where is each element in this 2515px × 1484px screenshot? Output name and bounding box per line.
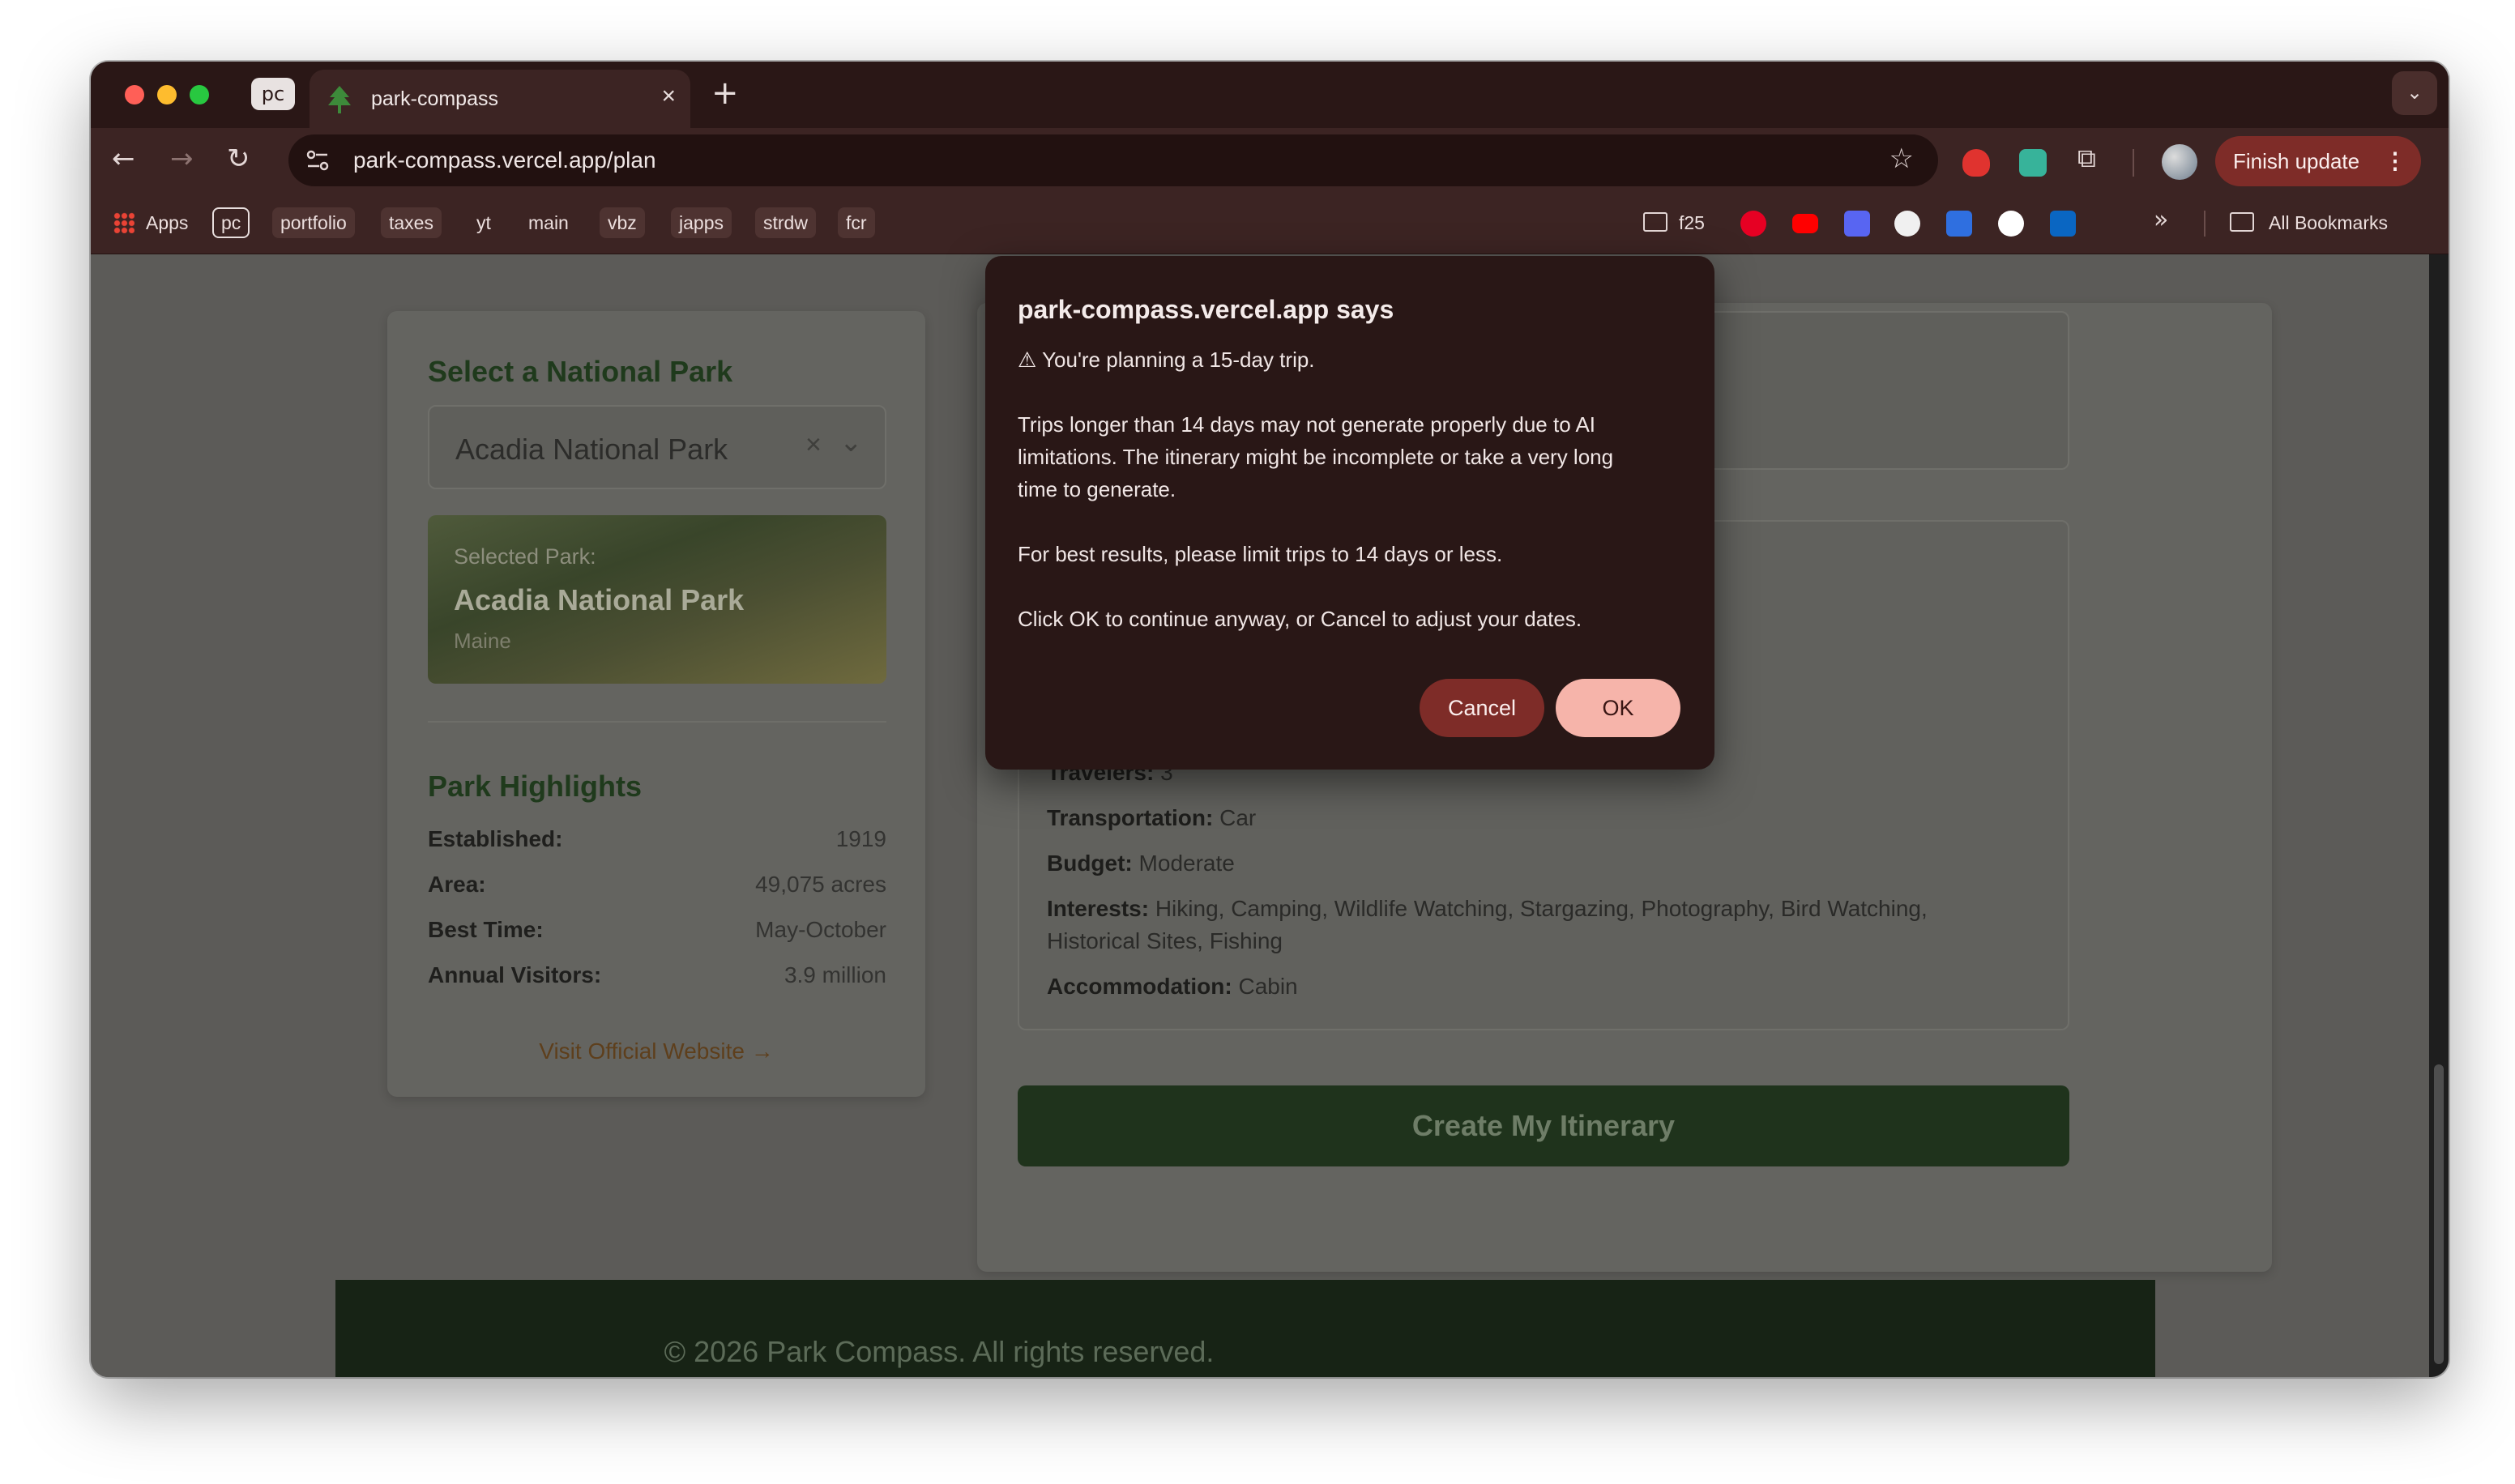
tab-park-compass[interactable]: park-compass × xyxy=(310,70,690,128)
section-divider xyxy=(428,721,886,723)
park-selection-card: Select a National Park Acadia National P… xyxy=(387,311,925,1097)
browser-toolbar: ← → ↻ park-compass.vercel.app/plan ☆ ⧉ F… xyxy=(91,128,2449,193)
pinterest-icon[interactable] xyxy=(1740,211,1766,237)
bookmark-portfolio[interactable]: portfolio xyxy=(272,207,355,238)
tab-bar: pc park-compass × + ⌄ xyxy=(91,62,2449,128)
dialog-body-line: limitations. The itinerary might be inco… xyxy=(1018,445,1614,469)
all-bookmarks-folder-icon xyxy=(2230,212,2254,232)
summary-transportation: Transportation: Car xyxy=(1047,805,1257,830)
finish-update-button[interactable]: Finish update ⋮ xyxy=(2215,136,2421,186)
cancel-button[interactable]: Cancel xyxy=(1420,679,1544,737)
maximize-window-button[interactable] xyxy=(190,85,209,104)
close-window-button[interactable] xyxy=(125,85,144,104)
url-text: park-compass.vercel.app/plan xyxy=(353,147,656,173)
highlight-value: 3.9 million xyxy=(784,962,886,987)
bookmark-strdw[interactable]: strdw xyxy=(755,207,816,238)
park-select-dropdown[interactable]: Acadia National Park × ⌄ xyxy=(428,405,886,489)
bookmark-blue-icon[interactable] xyxy=(1844,211,1870,237)
dialog-body-line: time to generate. xyxy=(1018,477,1176,501)
browser-window: pc park-compass × + ⌄ ← → ↻ park-compass… xyxy=(91,62,2449,1377)
page-scrollbar[interactable] xyxy=(2429,254,2449,1377)
alert-dialog: park-compass.vercel.app says ⚠ You're pl… xyxy=(985,256,1714,770)
bookmark-fcr[interactable]: fcr xyxy=(838,207,875,238)
highlight-row: Established: 1919 xyxy=(428,826,886,859)
chevron-down-icon[interactable]: ⌄ xyxy=(839,426,863,458)
linkedin-icon[interactable] xyxy=(2050,211,2076,237)
bookmark-japps[interactable]: japps xyxy=(671,207,732,238)
park-select-value: Acadia National Park xyxy=(455,433,728,466)
bookmark-main[interactable]: main xyxy=(528,207,569,238)
dialog-body-line: Trips longer than 14 days may not genera… xyxy=(1018,412,1596,437)
ok-button[interactable]: OK xyxy=(1556,679,1680,737)
bookmark-a-icon[interactable] xyxy=(1946,211,1972,237)
summary-budget: Budget: Moderate xyxy=(1047,851,1235,876)
bookmark-star-icon[interactable]: ☆ xyxy=(1889,143,1914,175)
reload-icon[interactable]: ↻ xyxy=(227,143,250,175)
select-park-heading: Select a National Park xyxy=(428,355,733,388)
dialog-body-line: For best results, please limit trips to … xyxy=(1018,542,1503,566)
park-highlights-heading: Park Highlights xyxy=(428,770,643,803)
create-itinerary-button[interactable]: Create My Itinerary xyxy=(1018,1085,2069,1166)
highlight-key: Best Time: xyxy=(428,917,544,942)
close-tab-icon[interactable]: × xyxy=(661,83,676,110)
highlight-row: Annual Visitors: 3.9 million xyxy=(428,962,886,995)
highlight-value: 1919 xyxy=(835,826,886,851)
browser-menu-icon[interactable]: ⋮ xyxy=(2384,136,2406,186)
tab-title: park-compass xyxy=(371,87,498,110)
dialog-warning-line: ⚠ You're planning a 15-day trip. xyxy=(1018,348,1315,372)
github-icon[interactable] xyxy=(1894,211,1920,237)
scrollbar-thumb[interactable] xyxy=(2434,1064,2444,1364)
finish-update-label: Finish update xyxy=(2233,149,2360,173)
bookmark-folder-f25[interactable]: f25 xyxy=(1679,207,1705,238)
selected-park-label: Selected Park: xyxy=(454,544,596,569)
bookmark-apps[interactable]: Apps xyxy=(146,207,188,238)
highlight-key: Annual Visitors: xyxy=(428,962,602,987)
tree-icon xyxy=(328,86,351,113)
dialog-title: park-compass.vercel.app says xyxy=(1018,295,1394,324)
extension-red-icon[interactable] xyxy=(1962,149,1990,177)
bookmarks-overflow-icon[interactable]: » xyxy=(2154,206,2168,234)
selected-park-name: Acadia National Park xyxy=(454,583,745,616)
page-footer: © 2026 Park Compass. All rights reserved… xyxy=(335,1280,2155,1377)
minimize-window-button[interactable] xyxy=(157,85,177,104)
tab-search-icon[interactable]: ⌄ xyxy=(2392,71,2437,115)
tab-group-badge[interactable]: pc xyxy=(251,78,295,110)
selected-park-state: Maine xyxy=(454,629,511,653)
site-settings-icon[interactable] xyxy=(303,146,332,175)
highlight-key: Established: xyxy=(428,826,563,851)
bookmark-yt[interactable]: yt xyxy=(476,207,491,238)
bookmark-vbz[interactable]: vbz xyxy=(600,207,645,238)
bookmarks-bar: Apps pc portfolio taxes yt main vbz japp… xyxy=(91,193,2449,254)
highlight-value: 49,075 acres xyxy=(755,872,886,897)
toolbar-divider xyxy=(2133,149,2134,177)
selected-park-photo: Selected Park: Acadia National Park Main… xyxy=(428,515,886,684)
apps-grid-icon[interactable] xyxy=(113,212,135,233)
dialog-body-line: Click OK to continue anyway, or Cancel t… xyxy=(1018,607,1582,631)
highlight-value: May-October xyxy=(755,917,886,942)
clear-selection-icon[interactable]: × xyxy=(805,429,822,461)
bookmark-pc[interactable]: pc xyxy=(212,207,250,238)
highlight-row: Best Time: May-October xyxy=(428,917,886,949)
summary-accommodation: Accommodation: Cabin xyxy=(1047,974,1298,999)
summary-interests: Interests: Hiking, Camping, Wildlife Wat… xyxy=(1047,896,1928,953)
address-bar[interactable]: park-compass.vercel.app/plan ☆ xyxy=(288,134,1938,186)
extensions-puzzle-icon[interactable]: ⧉ xyxy=(2077,143,2105,173)
visit-official-website-link[interactable]: Visit Official Website → xyxy=(387,1038,925,1064)
profile-avatar[interactable] xyxy=(2162,144,2197,180)
all-bookmarks[interactable]: All Bookmarks xyxy=(2269,207,2388,238)
new-tab-icon[interactable]: + xyxy=(711,75,739,112)
openai-icon[interactable] xyxy=(1998,211,2024,237)
youtube-icon[interactable] xyxy=(1792,214,1818,233)
highlight-row: Area: 49,075 acres xyxy=(428,872,886,904)
highlight-key: Area: xyxy=(428,872,486,897)
extension-teal-icon[interactable] xyxy=(2019,149,2047,177)
bookmark-taxes[interactable]: taxes xyxy=(381,207,442,238)
footer-copyright: © 2026 Park Compass. All rights reserved… xyxy=(664,1335,1215,1368)
folder-icon xyxy=(1643,212,1667,232)
back-arrow-icon[interactable]: ← xyxy=(112,143,135,175)
bookmarks-divider xyxy=(2204,211,2205,237)
forward-arrow-icon[interactable]: → xyxy=(170,143,194,175)
